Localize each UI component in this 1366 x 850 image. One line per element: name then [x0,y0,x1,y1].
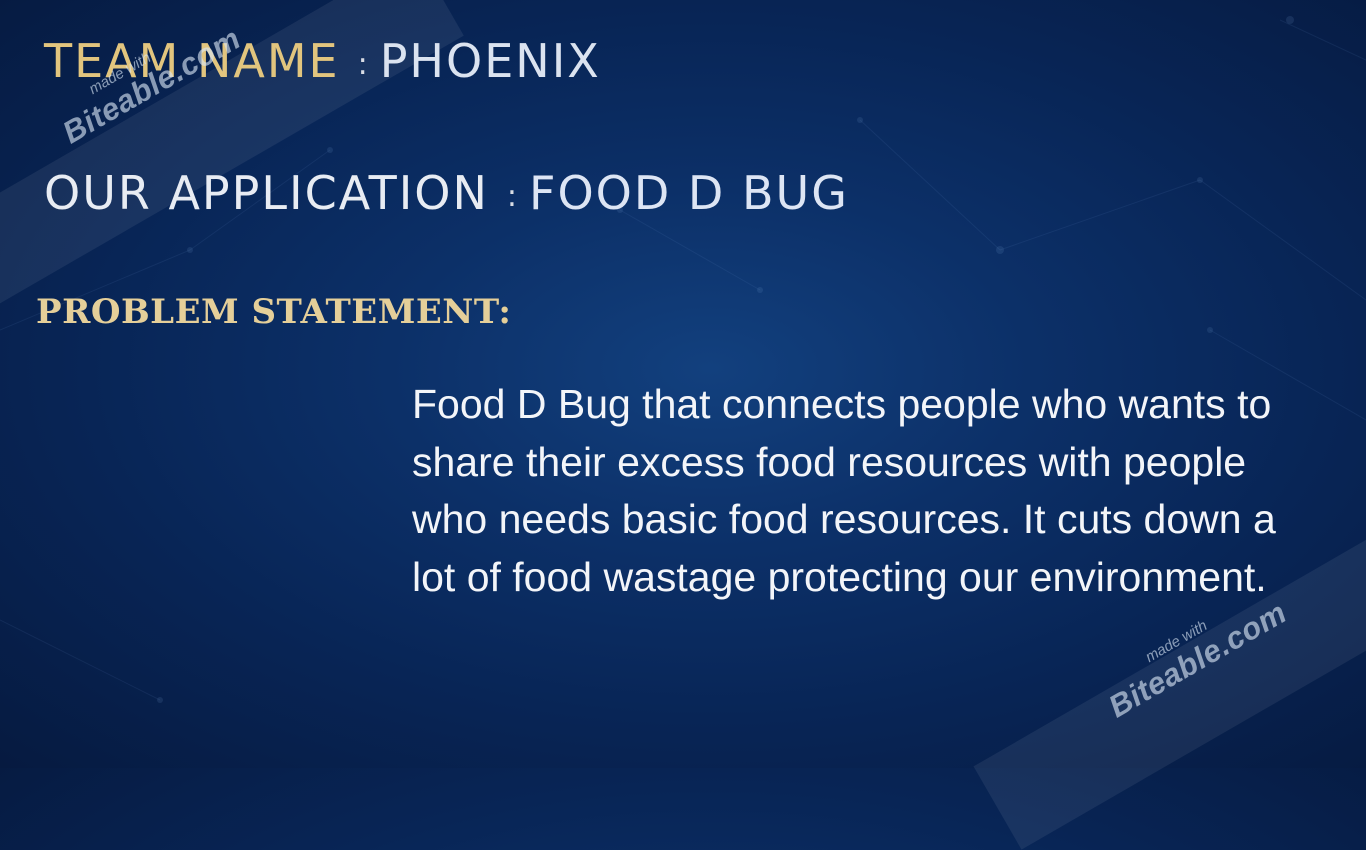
application-separator: : [506,179,520,214]
application-label: OUR APPLICATION [44,166,489,220]
problem-statement-text: Food D Bug that connects people who want… [412,381,1276,600]
team-name-separator: : [357,47,370,82]
application-value: FOOD D BUG [529,166,849,220]
problem-statement-heading: PROBLEM STATEMENT: [36,292,512,332]
team-name-value: PHOENIX [379,34,601,88]
application-line: OUR APPLICATION: FOOD D BUG [44,166,849,220]
